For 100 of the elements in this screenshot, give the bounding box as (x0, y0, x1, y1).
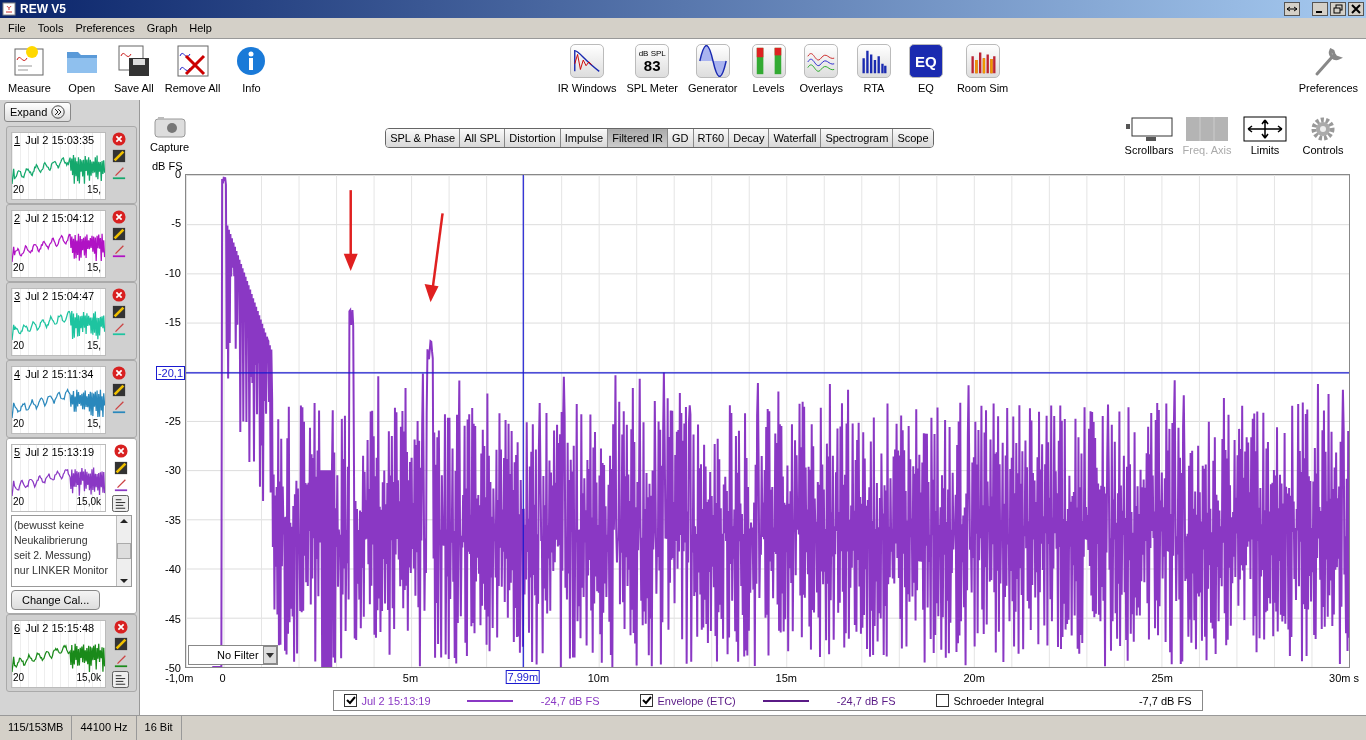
scroll-up-icon[interactable] (118, 516, 130, 526)
checkbox[interactable] (639, 694, 653, 707)
pencil-icon[interactable] (113, 637, 128, 651)
menu-item[interactable]: Tools (31, 20, 70, 36)
graph-tab[interactable]: Waterfall (769, 129, 822, 147)
x-axis-label: 20m (963, 672, 985, 684)
graph-tab[interactable]: Impulse (560, 129, 609, 147)
y-axis-label: -5 (171, 217, 181, 230)
graph-tab[interactable]: Scope (893, 129, 933, 147)
menu-item[interactable]: Help (183, 20, 218, 36)
toolbar-button[interactable]: EQ EQ (900, 44, 951, 94)
graph-tab[interactable]: Spectrogram (821, 129, 894, 147)
y-axis-label: -50 (165, 662, 181, 674)
measurement-card[interactable]: 6 Jul 2 15:15:48 20 15,0k (6, 614, 137, 692)
axis-label: 15, (87, 184, 101, 195)
line-pen-icon[interactable] (112, 244, 126, 258)
measurement-number: 4 (14, 368, 21, 380)
x-axis-label: 10m (587, 672, 610, 684)
legend-value: -7,7 dB FS (1138, 694, 1192, 707)
resize-icon[interactable] (1284, 2, 1300, 16)
x-axis-label: 25m (1151, 672, 1173, 684)
expand-button[interactable]: Expand (4, 102, 72, 122)
toolbar-button[interactable]: IR Windows (553, 44, 621, 94)
pencil-icon[interactable] (112, 383, 126, 397)
toolbar-button[interactable]: RTA (848, 44, 899, 94)
toolbar-button[interactable]: Preferences (1294, 44, 1362, 94)
x-axis-label: 30m s (1329, 672, 1359, 684)
impulse-graph-icon (570, 44, 605, 78)
bar-chart-icon (856, 44, 891, 78)
status-item: 44100 Hz (72, 716, 137, 740)
capture-button[interactable]: Capture (140, 116, 190, 153)
app-icon (2, 2, 16, 16)
notes-icon[interactable] (112, 671, 129, 688)
graph-tab[interactable]: Decay (729, 129, 770, 147)
axis-label: 20 (13, 496, 25, 507)
cursor-line[interactable] (186, 372, 1349, 374)
toolbar-button[interactable]: Room Sim (952, 44, 1013, 94)
axis-label: 15, (87, 262, 101, 273)
graph-tab[interactable]: GD (668, 129, 694, 147)
pencil-icon[interactable] (112, 149, 126, 163)
toolbar-button[interactable]: Save All (108, 44, 159, 94)
graph-tab[interactable]: RT60 (693, 129, 730, 147)
document-cross-icon (175, 44, 210, 78)
measurement-number: 5 (14, 446, 21, 458)
toolbar-button[interactable]: Overlays (795, 44, 847, 94)
axis-label: 15, (87, 418, 101, 429)
graph-control-button[interactable]: Limits (1238, 116, 1292, 156)
menu-item[interactable]: Graph (140, 20, 184, 36)
window-title: REW V5 (20, 2, 66, 16)
toolbar-button[interactable]: Levels (743, 44, 794, 94)
measurement-date: Jul 2 15:04:47 (25, 290, 95, 302)
graph-tab[interactable]: All SPL (460, 129, 506, 147)
axis-label: 20 (13, 672, 25, 683)
change-cal-button[interactable]: Change Cal... (11, 590, 101, 610)
measurement-number: 2 (14, 212, 21, 224)
minimize-icon[interactable] (1312, 2, 1328, 16)
scrollbar[interactable] (116, 516, 131, 586)
axis-label: 15, (87, 340, 101, 351)
cursor-value-label: 7,99m (505, 670, 541, 684)
menu-item[interactable]: File (2, 20, 32, 36)
measurement-card[interactable]: 3 Jul 2 15:04:47 20 15, (6, 282, 137, 360)
pencil-icon[interactable] (112, 305, 126, 319)
y-axis-label: -40 (165, 563, 181, 576)
cursor-line[interactable] (522, 175, 524, 667)
scrollbar-thumb[interactable] (117, 543, 131, 559)
graph-control-button[interactable]: Scrollbars (1122, 116, 1176, 156)
y-axis-label: -10 (165, 266, 181, 279)
menu-item[interactable]: Preferences (69, 20, 141, 36)
scroll-down-icon[interactable] (118, 576, 130, 586)
toolbar-button[interactable]: Info (226, 44, 277, 94)
toolbar-button[interactable]: dB SPL 83 SPL Meter (622, 44, 682, 94)
y-axis-label: -25 (165, 415, 181, 427)
line-pen-icon[interactable] (113, 478, 128, 492)
pencil-icon[interactable] (113, 461, 128, 475)
close-icon[interactable] (1348, 2, 1364, 16)
graph-tab[interactable]: Distortion (505, 129, 561, 147)
measurement-card[interactable]: 5 Jul 2 15:13:19 20 15,0k (bewusst keine Neukalibrierung seit 2. Messung) nur LINKER Monitor Change Cal... (6, 438, 137, 614)
graph-tab[interactable]: SPL & Phase (386, 129, 461, 147)
notes-field[interactable]: (bewusst keine Neukalibrierung seit 2. Messung) nur LINKER Monitor (11, 515, 132, 587)
axis-label: 20 (13, 418, 25, 429)
checkbox[interactable] (343, 694, 357, 707)
measurement-card[interactable]: 2 Jul 2 15:04:12 20 15, (6, 204, 137, 282)
toolbar-button[interactable]: Generator (684, 44, 742, 94)
graph-tab[interactable]: Filtered IR (608, 129, 668, 147)
toolbar-button[interactable]: Remove All (160, 44, 225, 94)
level-bars-icon (751, 44, 786, 78)
measurement-date: Jul 2 15:13:19 (25, 446, 95, 458)
measurement-card[interactable]: 4 Jul 2 15:11:34 20 15, (6, 360, 137, 438)
y-axis-label: -45 (165, 612, 181, 625)
toolbar-button[interactable]: Open (56, 44, 107, 94)
pencil-icon[interactable] (112, 227, 126, 241)
notes-icon[interactable] (112, 495, 129, 512)
y-axis-label: -15 (165, 316, 181, 329)
y-axis-label: -35 (165, 513, 181, 526)
measurement-card[interactable]: 1 Jul 2 15:03:35 20 15, (6, 126, 137, 204)
checkbox[interactable] (935, 694, 949, 707)
graph-control-button[interactable]: Controls (1296, 116, 1350, 156)
filter-dropdown[interactable]: No Filter (188, 645, 278, 665)
toolbar-button[interactable]: Measure (4, 44, 55, 94)
restore-icon[interactable] (1330, 2, 1346, 16)
